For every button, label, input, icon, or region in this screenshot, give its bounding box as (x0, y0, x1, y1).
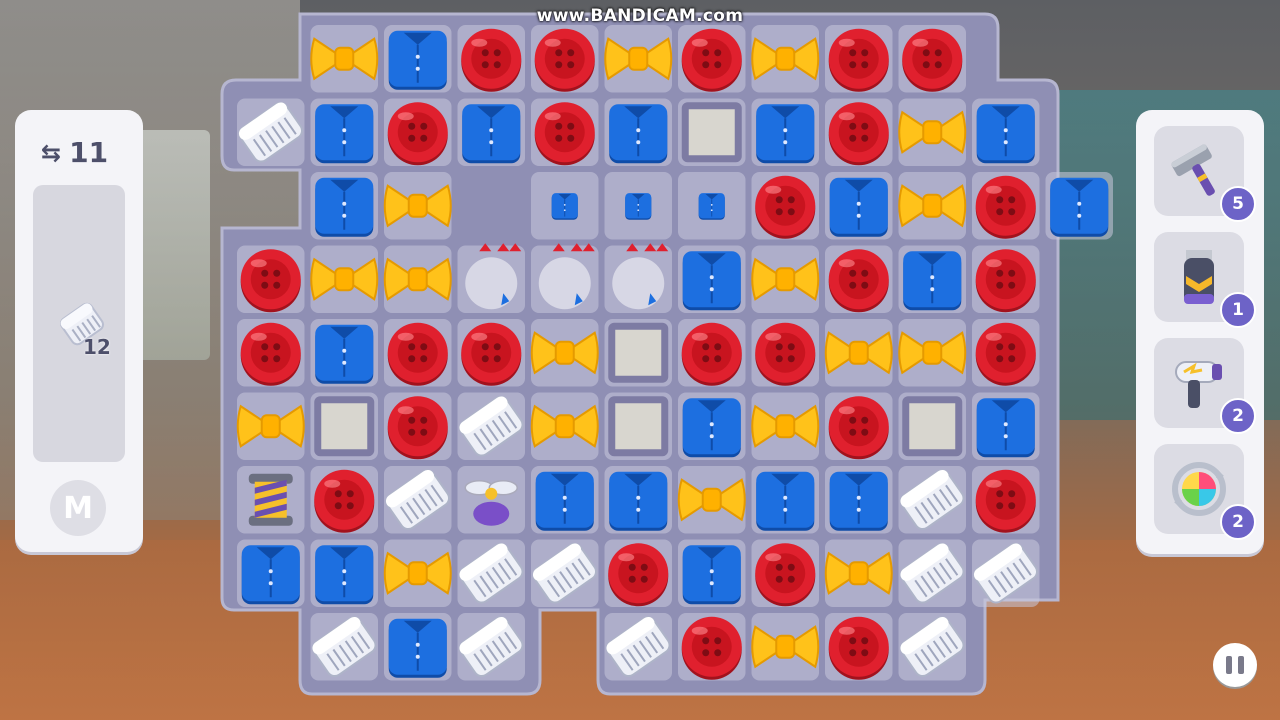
shirt-tile[interactable] (609, 104, 668, 164)
button-tile[interactable] (975, 322, 1036, 386)
booster-hair-dryer[interactable]: 2 (1154, 338, 1256, 434)
shirt-tile[interactable] (388, 618, 447, 678)
button-tile[interactable] (828, 102, 889, 166)
button-tile[interactable] (461, 28, 522, 92)
shirt-tile[interactable] (976, 398, 1035, 458)
button-tile[interactable] (534, 102, 595, 166)
watermark-text: www.BANDICAM.com (536, 6, 744, 26)
shirt-tile[interactable] (315, 545, 374, 605)
button-tile[interactable] (681, 322, 742, 386)
button-tile[interactable] (387, 396, 448, 460)
shirt-tile[interactable] (829, 177, 888, 237)
shirt-tile[interactable] (682, 545, 741, 605)
game-board[interactable] (0, 0, 1280, 720)
pause-button[interactable] (1213, 643, 1257, 687)
button-tile[interactable] (461, 322, 522, 386)
button-tile[interactable] (828, 396, 889, 460)
button-tile[interactable] (755, 175, 816, 239)
button-tile[interactable] (681, 616, 742, 680)
shirt-tile[interactable] (462, 104, 521, 164)
button-tile[interactable] (828, 249, 889, 313)
button-tile[interactable] (828, 616, 889, 680)
shirt-tile[interactable] (682, 398, 741, 458)
small-shirt-tile[interactable] (698, 193, 725, 220)
button-tile[interactable] (755, 543, 816, 607)
window-block-tile[interactable] (608, 322, 669, 383)
shirt-tile[interactable] (315, 177, 374, 237)
booster-shuffle-count: 2 (1220, 504, 1256, 540)
booster-hair-dryer-count: 2 (1220, 398, 1256, 434)
shirt-tile[interactable] (535, 471, 594, 531)
goal-box: 12 (33, 185, 125, 462)
shirt-tile[interactable] (903, 251, 962, 311)
button-tile[interactable] (387, 102, 448, 166)
small-shirt-tile[interactable] (625, 193, 652, 220)
booster-clipper[interactable]: 1 (1154, 232, 1256, 328)
shirt-tile[interactable] (682, 251, 741, 311)
shirt-tile[interactable] (756, 471, 815, 531)
shirt-tile[interactable] (241, 545, 300, 605)
small-shirt-tile[interactable] (551, 193, 578, 220)
booster-hammer[interactable]: 5 (1154, 126, 1256, 222)
shirt-tile[interactable] (609, 471, 668, 531)
button-tile[interactable] (608, 543, 669, 607)
button-tile[interactable] (534, 28, 595, 92)
menu-button[interactable]: M (50, 480, 106, 536)
button-tile[interactable] (387, 322, 448, 386)
moves-counter: ⇆ 11 (41, 136, 108, 169)
shirt-tile[interactable] (388, 30, 447, 90)
pause-icon (1226, 656, 1232, 674)
shirt-tile[interactable] (1050, 177, 1109, 237)
button-tile[interactable] (755, 322, 816, 386)
button-tile[interactable] (240, 249, 301, 313)
window-block-tile[interactable] (681, 102, 742, 163)
button-tile[interactable] (975, 175, 1036, 239)
moves-arrows-icon: ⇆ (41, 138, 62, 167)
button-tile[interactable] (975, 469, 1036, 533)
moves-value: 11 (69, 136, 109, 169)
goal-count: 12 (83, 335, 111, 359)
button-tile[interactable] (681, 28, 742, 92)
window-block-tile[interactable] (608, 396, 669, 457)
button-tile[interactable] (902, 28, 963, 92)
shirt-tile[interactable] (315, 324, 374, 384)
shirt-tile[interactable] (315, 104, 374, 164)
button-tile[interactable] (240, 322, 301, 386)
shirt-tile[interactable] (976, 104, 1035, 164)
booster-hammer-count: 5 (1220, 186, 1256, 222)
striped-booster-tile[interactable] (248, 473, 293, 526)
button-tile[interactable] (828, 28, 889, 92)
booster-shuffle[interactable]: 2 (1154, 444, 1256, 540)
window-block-tile[interactable] (314, 396, 375, 457)
booster-clipper-count: 1 (1220, 292, 1256, 328)
window-block-tile[interactable] (902, 396, 963, 457)
shirt-tile[interactable] (829, 471, 888, 531)
goals-panel: ⇆ 11 12 M (15, 110, 143, 552)
button-tile[interactable] (975, 249, 1036, 313)
boosters-panel: 5 1 2 2 (1136, 110, 1264, 554)
shirt-tile[interactable] (756, 104, 815, 164)
button-tile[interactable] (314, 469, 375, 533)
